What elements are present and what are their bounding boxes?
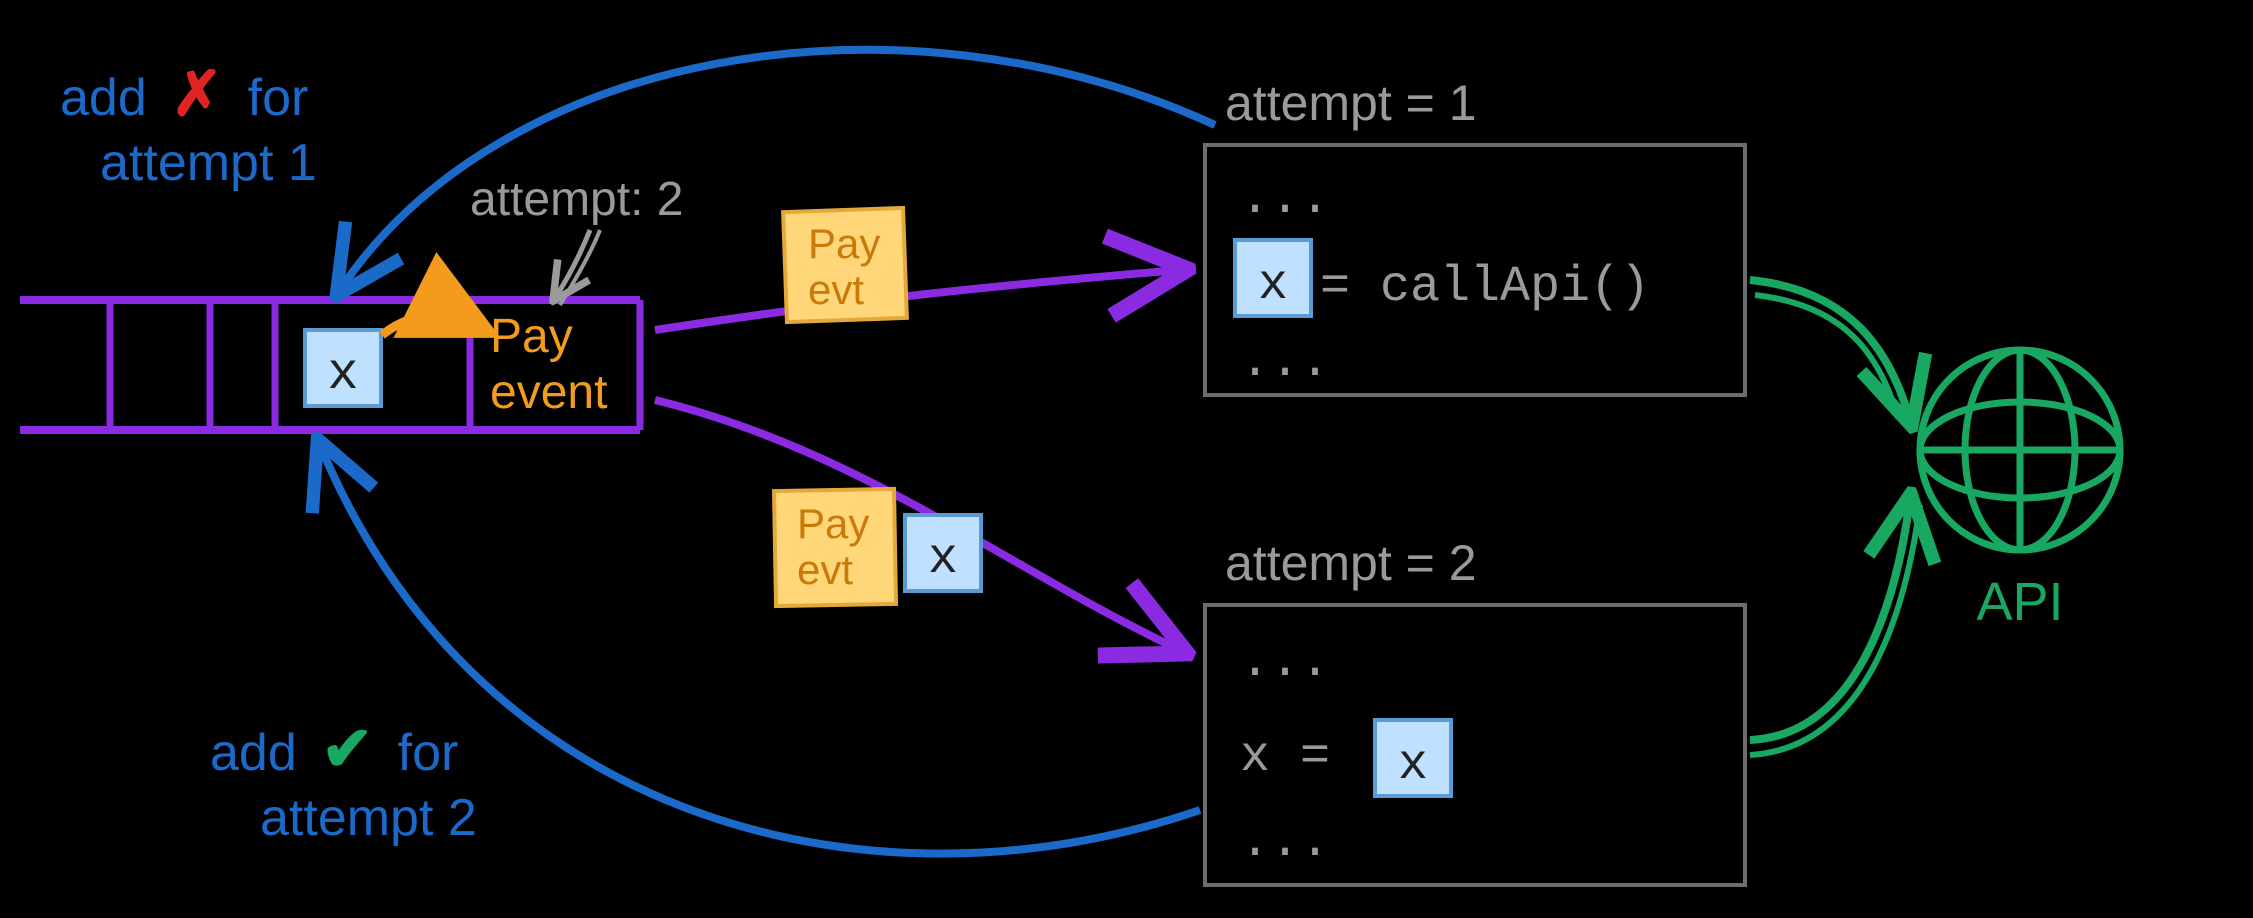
queue-attempt-label: attempt: 2: [470, 173, 683, 305]
sticky2-token: x: [905, 515, 981, 591]
text: for: [248, 69, 309, 127]
text: Pay: [797, 500, 869, 547]
text: Pay: [490, 310, 573, 363]
text: attempt 2: [260, 789, 477, 847]
code-line: ...: [1240, 814, 1330, 871]
attempt1-token: x: [1235, 240, 1311, 316]
arrow-return-attempt1: [340, 50, 1215, 290]
ok-mark-icon: ✔: [321, 715, 373, 784]
svg-text:add ✔ for: add ✔ for: [210, 715, 458, 784]
text: add: [60, 69, 147, 127]
arrow-attempt2-to-api: [1750, 500, 1910, 740]
text: Pay: [808, 220, 880, 267]
arrow-attempt1-to-api: [1750, 280, 1910, 420]
queue-result-token: x: [305, 330, 381, 406]
queue-pay-event-label: Pay event: [490, 310, 607, 419]
attempt1-label: attempt = 1: [1225, 75, 1477, 131]
attempt2-box: attempt = 2 ... x = x ...: [1205, 535, 1745, 885]
arrow-attempt-label-dbl: [560, 230, 600, 305]
event-queue: x Pay event: [20, 300, 640, 430]
attempt1-box: attempt = 1 ... x = callApi() ...: [1205, 75, 1745, 395]
attempt2-token: x: [1375, 720, 1451, 796]
code-line: ...: [1240, 334, 1330, 391]
text: add: [210, 724, 297, 782]
token-text: x: [928, 531, 958, 588]
arrow-attempt2-to-api-dbl: [1750, 505, 1920, 755]
arrow-dispatch-attempt1: [655, 270, 1180, 330]
attempt2-label: attempt = 2: [1225, 535, 1477, 591]
code-line: x =: [1240, 729, 1330, 786]
token-text: x: [1258, 257, 1288, 314]
code-line: ...: [1240, 634, 1330, 691]
text: for: [398, 724, 459, 782]
token-text: x: [1398, 737, 1428, 794]
fail-mark-icon: ✗: [171, 60, 223, 129]
code-line: ...: [1240, 171, 1330, 228]
text: evt: [808, 266, 864, 313]
arrow-attempt1-to-api-dbl: [1755, 295, 1898, 418]
sticky-pay-evt-2: Pay evt x: [774, 489, 981, 606]
diagram-root: add ✗ for attempt 1 add ✔ for attempt 2 …: [0, 0, 2253, 918]
api-label: API: [1976, 572, 2063, 632]
annotation-add-fail: add ✗ for attempt 1: [60, 60, 317, 192]
code-line: = callApi(): [1320, 259, 1650, 316]
annotation-add-ok: add ✔ for attempt 2: [210, 715, 477, 847]
api-globe-icon: [1920, 350, 2120, 550]
text: evt: [797, 546, 853, 593]
text: attempt 1: [100, 134, 317, 192]
token-text: x: [327, 345, 358, 404]
svg-text:add ✗ for: add ✗ for: [60, 60, 308, 129]
text: attempt: 2: [470, 173, 683, 226]
sticky-pay-evt-1: Pay evt: [783, 208, 907, 322]
text: event: [490, 366, 607, 419]
